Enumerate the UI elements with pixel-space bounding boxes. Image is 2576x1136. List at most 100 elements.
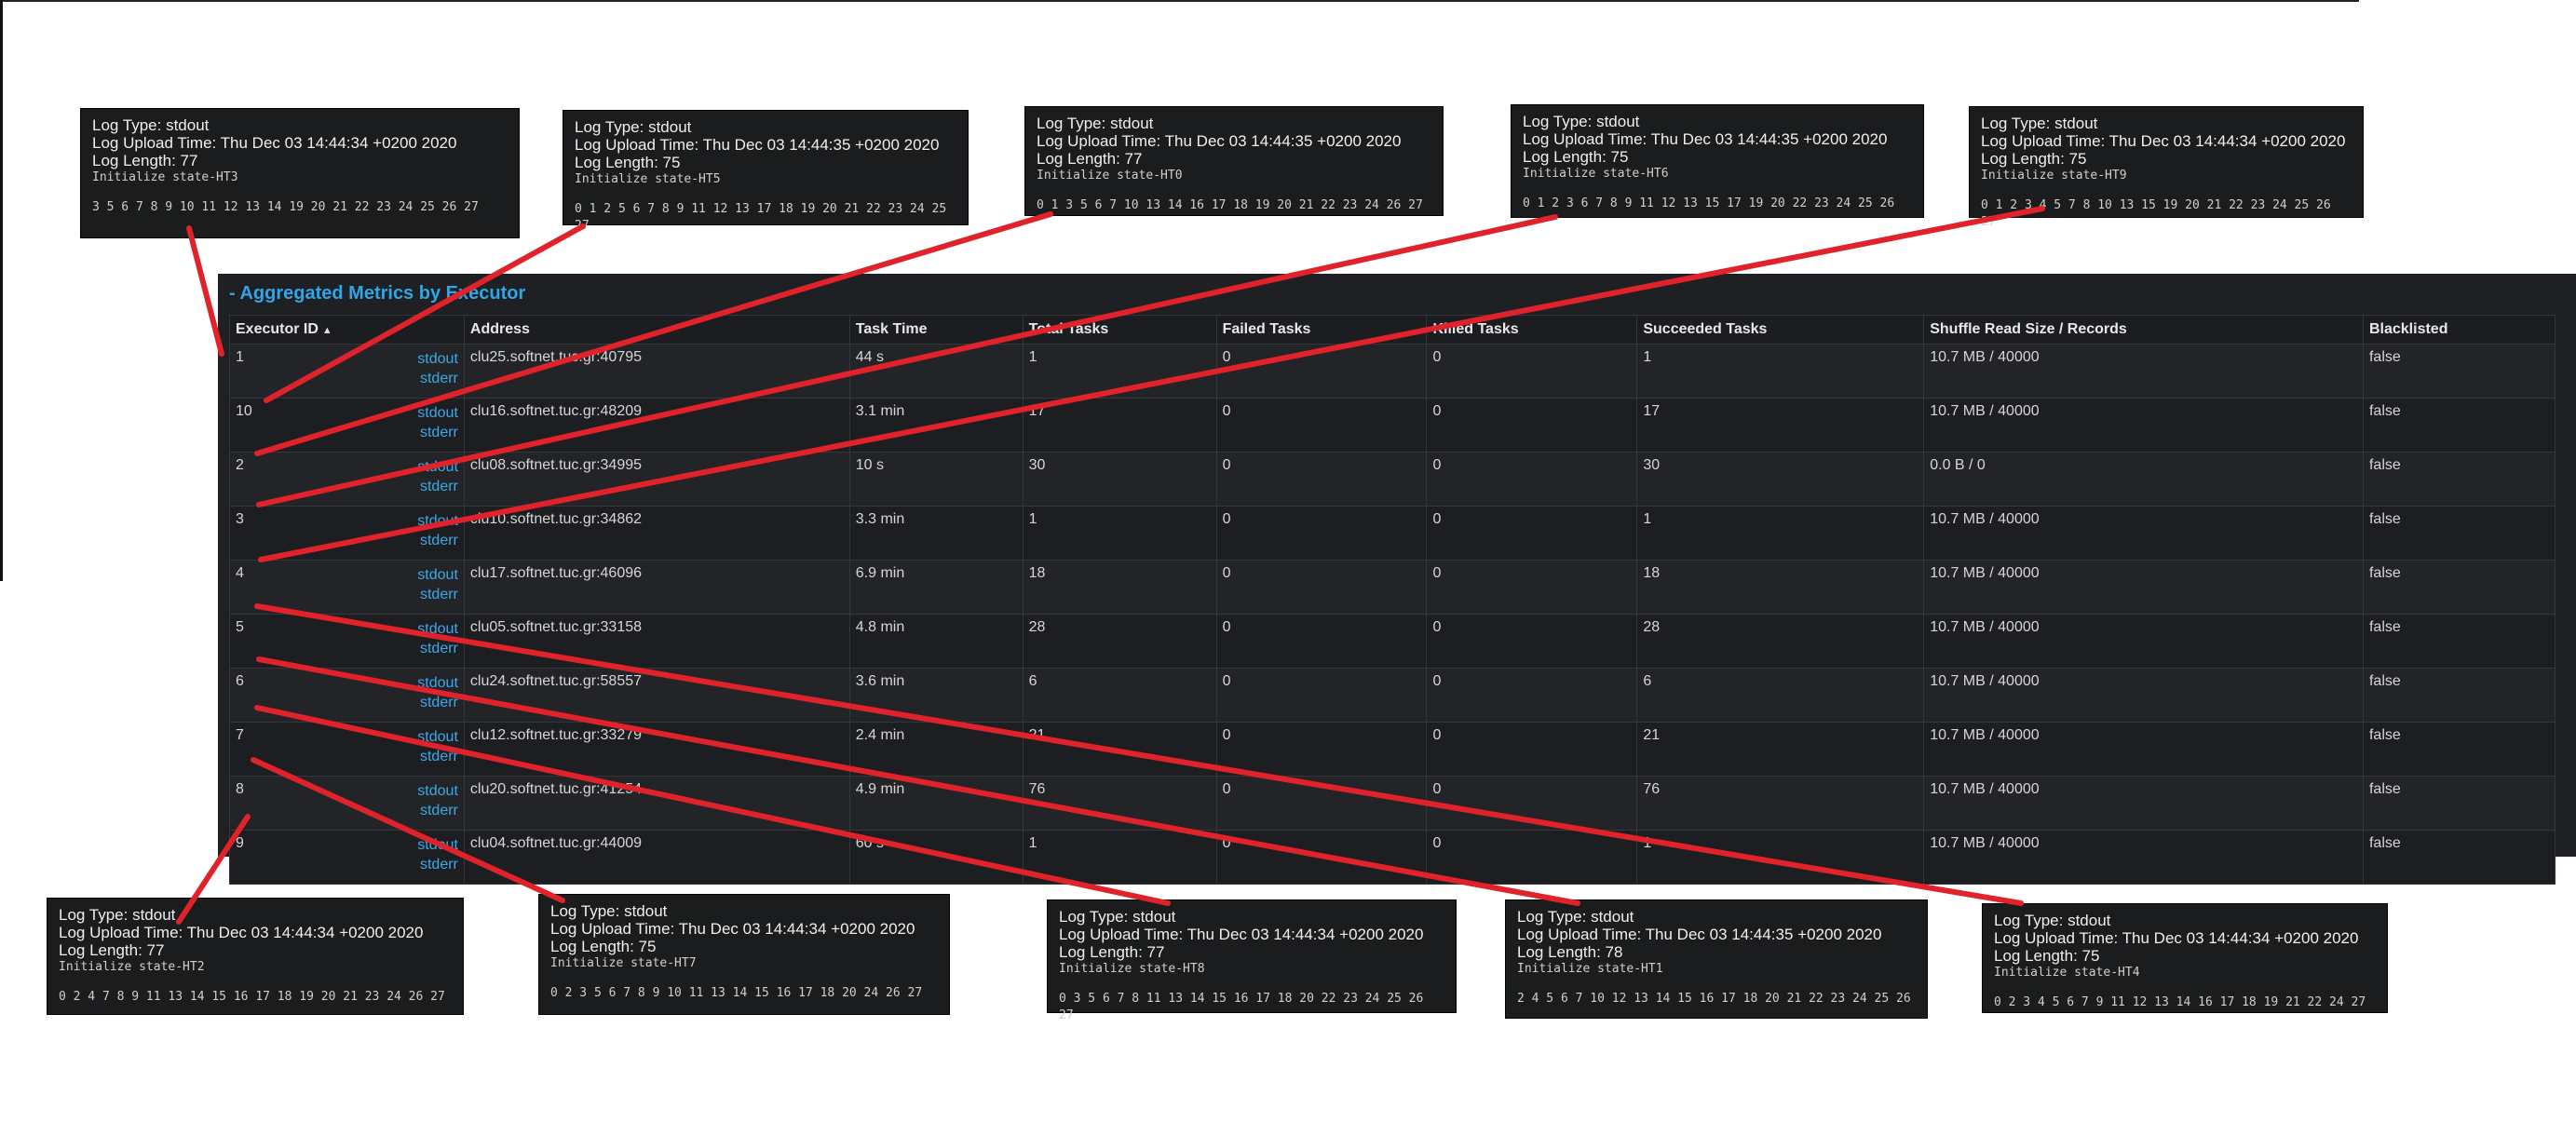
col-executor-id[interactable]: Executor ID ▲	[229, 315, 465, 345]
failed-tasks-cell: 0	[1215, 668, 1428, 723]
succeeded-tasks-cell: 76	[1636, 776, 1925, 831]
stdout-link[interactable]: stdout	[417, 835, 458, 855]
address-cell: clu12.softnet.tuc.gr:33279	[463, 722, 850, 777]
stdout-link[interactable]: stdout	[417, 673, 458, 693]
table-row: 10 stdout stderr clu16.softnet.tuc.gr:48209…	[229, 398, 2556, 453]
tooltip-upload-time: Log Upload Time: Thu Dec 03 14:44:35 +02…	[1037, 132, 1402, 150]
stdout-link[interactable]: stdout	[417, 457, 458, 477]
shuffle-read-cell: 10.7 MB / 40000	[1923, 776, 2364, 831]
col-address[interactable]: Address	[463, 315, 850, 345]
col-succeeded-tasks[interactable]: Succeeded Tasks	[1636, 315, 1925, 345]
task-time-cell: 44 s	[848, 344, 1024, 399]
stderr-link[interactable]: stderr	[417, 585, 458, 604]
total-tasks-cell: 18	[1022, 560, 1217, 615]
tooltip-log-type: Log Type: stdout	[1994, 912, 2111, 929]
col-blacklisted[interactable]: Blacklisted	[2362, 315, 2556, 345]
stderr-link[interactable]: stderr	[417, 477, 458, 496]
log-links: stdout stderr	[417, 781, 458, 820]
executor-id-cell: 2 stdout stderr	[229, 452, 465, 507]
stderr-link[interactable]: stderr	[417, 369, 458, 388]
failed-tasks-cell: 0	[1215, 506, 1428, 561]
stdout-link[interactable]: stdout	[417, 727, 458, 747]
tooltip-numbers: 0 2 3 5 6 7 8 9 10 11 13 14 15 16 17 18 …	[550, 986, 923, 1000]
task-time-cell: 6.9 min	[848, 560, 1024, 615]
tooltip-numbers: 0 1 2 3 6 7 8 9 11 12 13 15 17 19 20 22 …	[1523, 196, 1895, 210]
stdout-link[interactable]: stdout	[417, 619, 458, 639]
stdout-link[interactable]: stdout	[417, 349, 458, 369]
total-tasks-cell: 76	[1022, 776, 1217, 831]
panel-title-toggle[interactable]: - Aggregated Metrics by Executor	[229, 283, 525, 304]
tooltip-log-length: Log Length: 75	[1994, 947, 2100, 965]
killed-tasks-cell: 0	[1426, 614, 1638, 669]
stderr-link[interactable]: stderr	[417, 639, 458, 658]
log-links: stdout stderr	[417, 835, 458, 874]
total-tasks-cell: 28	[1022, 614, 1217, 669]
succeeded-tasks-cell: 1	[1636, 344, 1925, 399]
executor-id-cell: 4 stdout stderr	[229, 560, 465, 615]
tooltip-log-length: Log Length: 77	[1037, 150, 1143, 168]
total-tasks-cell: 30	[1022, 452, 1217, 507]
log-links: stdout stderr	[417, 457, 458, 496]
log-tooltip: Log Type: stdout Log Upload Time: Thu Dec…	[538, 894, 950, 1015]
killed-tasks-cell: 0	[1426, 668, 1638, 723]
shuffle-read-cell: 10.7 MB / 40000	[1923, 398, 2364, 453]
stdout-link[interactable]: stdout	[417, 403, 458, 423]
failed-tasks-cell: 0	[1215, 830, 1428, 885]
stderr-link[interactable]: stderr	[417, 747, 458, 766]
tooltip-log-length: Log Length: 75	[575, 154, 681, 171]
killed-tasks-cell: 0	[1426, 722, 1638, 777]
col-shuffle-read[interactable]: Shuffle Read Size / Records	[1923, 315, 2364, 345]
col-killed-tasks[interactable]: Killed Tasks	[1426, 315, 1638, 345]
table-row: 3 stdout stderr clu10.softnet.tuc.gr:34862 3…	[229, 506, 2556, 561]
log-tooltip: Log Type: stdout Log Upload Time: Thu Dec…	[80, 108, 520, 238]
annotation-line	[186, 225, 224, 357]
blacklisted-cell: false	[2362, 560, 2556, 615]
blacklisted-cell: false	[2362, 344, 2556, 399]
executor-id-cell: 1 stdout stderr	[229, 344, 465, 399]
failed-tasks-cell: 0	[1215, 344, 1428, 399]
address-cell: clu17.softnet.tuc.gr:46096	[463, 560, 850, 615]
blacklisted-cell: false	[2362, 452, 2556, 507]
executor-id-cell: 6 stdout stderr	[229, 668, 465, 723]
executor-id: 5	[236, 619, 244, 635]
shuffle-read-cell: 10.7 MB / 40000	[1923, 668, 2364, 723]
executor-id-cell: 9 stdout stderr	[229, 830, 465, 885]
tooltip-log-type: Log Type: stdout	[92, 116, 210, 134]
stderr-link[interactable]: stderr	[417, 801, 458, 820]
stderr-link[interactable]: stderr	[417, 423, 458, 442]
tooltip-numbers: 0 2 3 4 5 6 7 9 11 12 13 14 16 17 18 19 …	[1994, 995, 2366, 1009]
tooltip-upload-time: Log Upload Time: Thu Dec 03 14:44:34 +02…	[550, 920, 915, 938]
tooltip-upload-time: Log Upload Time: Thu Dec 03 14:44:34 +02…	[92, 134, 457, 152]
stderr-link[interactable]: stderr	[417, 855, 458, 874]
stderr-link[interactable]: stderr	[417, 693, 458, 712]
table-row: 2 stdout stderr clu08.softnet.tuc.gr:34995 1…	[229, 452, 2556, 507]
task-time-cell: 3.3 min	[848, 506, 1024, 561]
log-tooltip: Log Type: stdout Log Upload Time: Thu Dec…	[563, 110, 969, 233]
blacklisted-cell: false	[2362, 668, 2556, 723]
tooltip-state: Initialize state-HT2	[59, 960, 205, 974]
succeeded-tasks-cell: 17	[1636, 398, 1925, 453]
tooltip-log-type: Log Type: stdout	[1059, 908, 1176, 926]
task-time-cell: 4.8 min	[848, 614, 1024, 669]
address-cell: clu20.softnet.tuc.gr:41254	[463, 776, 850, 831]
succeeded-tasks-cell: 1	[1636, 506, 1925, 561]
task-time-cell: 2.4 min	[848, 722, 1024, 777]
stdout-link[interactable]: stdout	[417, 781, 458, 801]
stdout-link[interactable]: stdout	[417, 511, 458, 531]
address-cell: clu25.softnet.tuc.gr:40795	[463, 344, 850, 399]
log-tooltip: Log Type: stdout Log Upload Time: Thu Dec…	[1982, 903, 2388, 1013]
col-total-tasks[interactable]: Total Tasks	[1022, 315, 1217, 345]
address-cell: clu04.softnet.tuc.gr:44009	[463, 830, 850, 885]
shuffle-read-cell: 10.7 MB / 40000	[1923, 722, 2364, 777]
stderr-link[interactable]: stderr	[417, 531, 458, 550]
stdout-link[interactable]: stdout	[417, 565, 458, 585]
succeeded-tasks-cell: 30	[1636, 452, 1925, 507]
tooltip-numbers: 0 3 5 6 7 8 11 13 14 15 16 17 18 20 22 2…	[1059, 992, 1424, 1022]
address-cell: clu08.softnet.tuc.gr:34995	[463, 452, 850, 507]
col-task-time[interactable]: Task Time	[848, 315, 1024, 345]
task-time-cell: 3.6 min	[848, 668, 1024, 723]
shuffle-read-cell: 10.7 MB / 40000	[1923, 614, 2364, 669]
col-failed-tasks[interactable]: Failed Tasks	[1215, 315, 1428, 345]
table-row: 8 stdout stderr clu20.softnet.tuc.gr:41254 4…	[229, 776, 2556, 831]
tooltip-state: Initialize state-HT1	[1517, 962, 1663, 976]
